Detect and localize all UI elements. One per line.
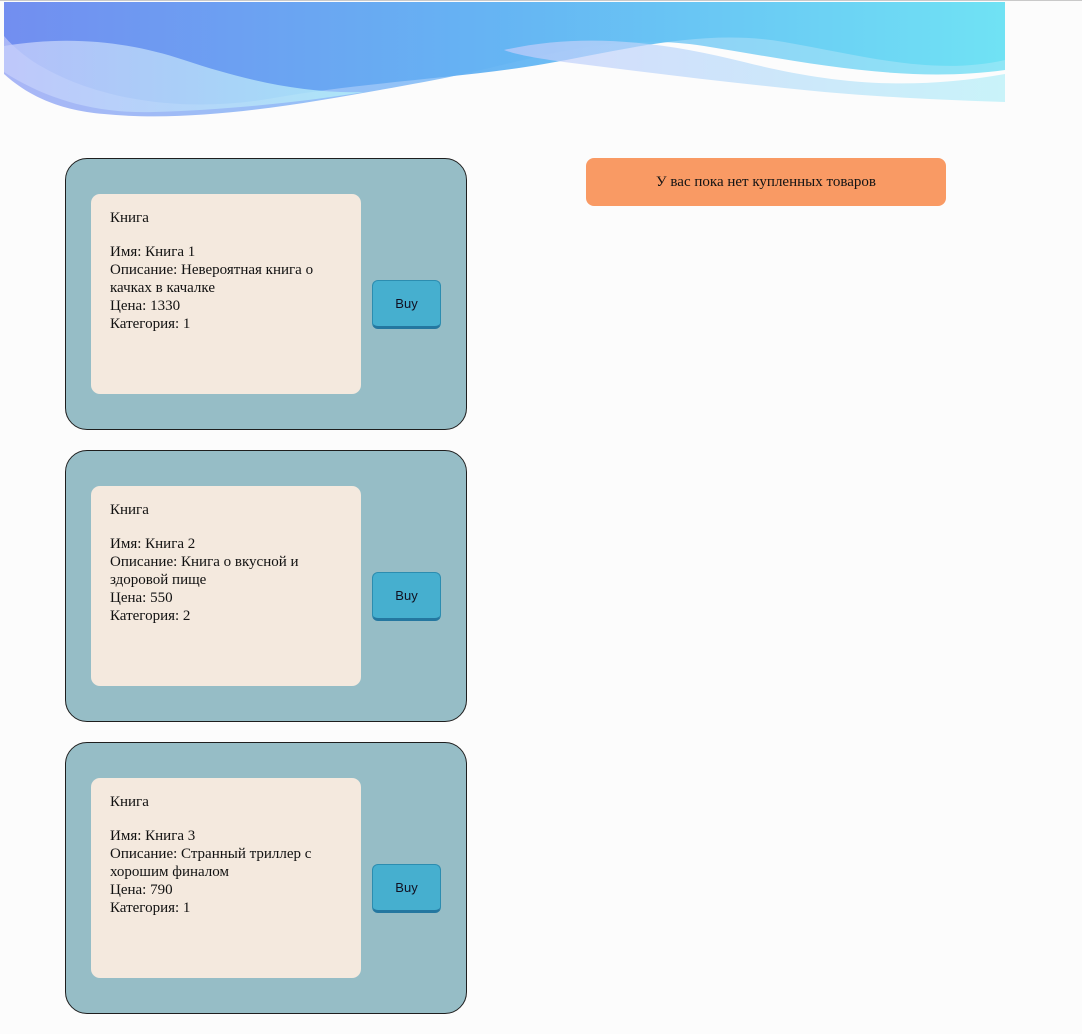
buy-button[interactable]: Buy — [372, 280, 441, 329]
product-card: Книга Имя: Книга 1 Описание: Невероятная… — [65, 158, 467, 430]
product-description: Описание: Невероятная книга о качках в к… — [110, 262, 314, 296]
cart-empty-message: У вас пока нет купленных товаров — [656, 173, 876, 190]
cart-empty-notice: У вас пока нет купленных товаров — [586, 158, 946, 206]
product-category: Категория: 1 — [110, 316, 191, 332]
product-info: Книга Имя: Книга 3 Описание: Странный тр… — [91, 778, 361, 978]
product-price: Цена: 1330 — [110, 298, 181, 314]
product-info: Книга Имя: Книга 1 Описание: Невероятная… — [91, 194, 361, 394]
product-name: Имя: Книга 2 — [110, 536, 196, 552]
product-card: Книга Имя: Книга 3 Описание: Странный тр… — [65, 742, 467, 1014]
product-category: Категория: 2 — [110, 608, 191, 624]
product-type: Книга — [110, 210, 149, 226]
buy-button[interactable]: Buy — [372, 864, 441, 913]
product-card: Книга Имя: Книга 2 Описание: Книга о вку… — [65, 450, 467, 722]
product-type: Книга — [110, 794, 149, 810]
product-price: Цена: 790 — [110, 882, 173, 898]
product-name: Имя: Книга 3 — [110, 828, 196, 844]
product-description: Описание: Книга о вкусной и здоровой пищ… — [110, 554, 299, 588]
product-type: Книга — [110, 502, 149, 518]
product-name: Имя: Книга 1 — [110, 244, 196, 260]
header-wave-banner — [4, 2, 1005, 117]
product-category: Категория: 1 — [110, 900, 191, 916]
product-list: Книга Имя: Книга 1 Описание: Невероятная… — [65, 158, 467, 1034]
product-description: Описание: Странный триллер с хорошим фин… — [110, 846, 312, 880]
buy-button[interactable]: Buy — [372, 572, 441, 621]
product-info: Книга Имя: Книга 2 Описание: Книга о вку… — [91, 486, 361, 686]
product-price: Цена: 550 — [110, 590, 173, 606]
